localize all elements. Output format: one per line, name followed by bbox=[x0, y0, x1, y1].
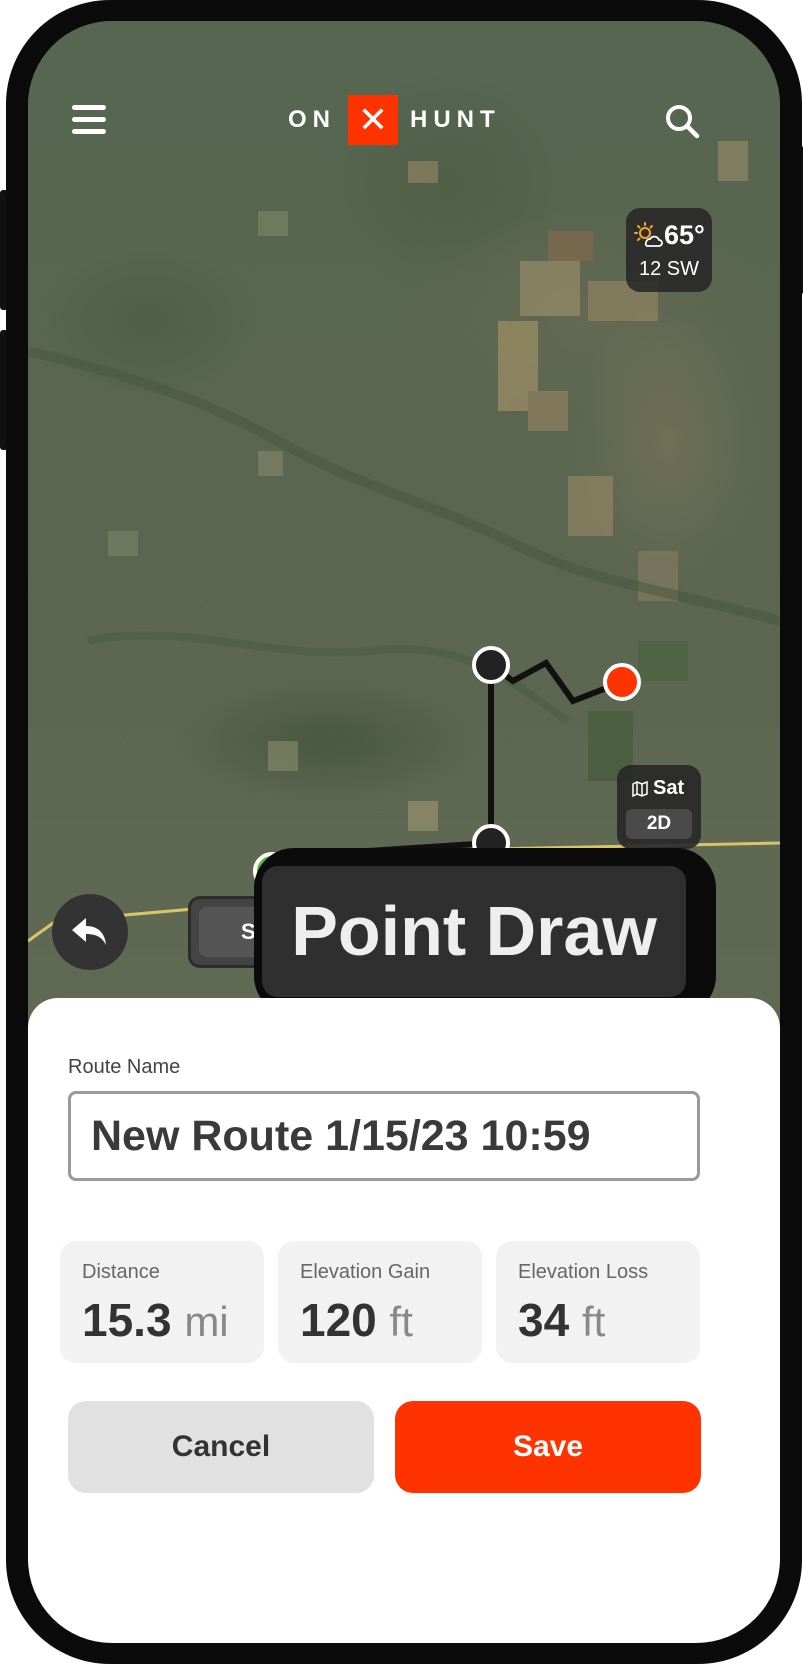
stat-value: 120 bbox=[300, 1294, 377, 1346]
elevation-loss-stat: Elevation Loss 34 ft bbox=[496, 1241, 700, 1363]
stat-label: Elevation Gain bbox=[300, 1261, 431, 1283]
search-icon[interactable] bbox=[664, 103, 700, 139]
stat-label: Distance bbox=[82, 1261, 160, 1283]
stat-value: 34 bbox=[518, 1294, 570, 1346]
undo-icon bbox=[72, 918, 106, 945]
screen: ON ✕ HUNT 65° 12 SW Sat 2D S Point Draw … bbox=[28, 21, 780, 1643]
stat-value-row: 34 ft bbox=[518, 1293, 605, 1347]
route-name-input[interactable] bbox=[68, 1091, 700, 1181]
route-end-point[interactable] bbox=[603, 663, 641, 701]
logo-x-mark: ✕ bbox=[348, 95, 398, 145]
map-icon bbox=[632, 781, 648, 797]
stat-value-row: 120 ft bbox=[300, 1293, 413, 1347]
route-bottom-sheet: Route Name Distance 15.3 mi Elevation Ga… bbox=[28, 998, 780, 1643]
hamburger-menu-icon[interactable] bbox=[72, 105, 106, 135]
stat-value: 15.3 bbox=[82, 1294, 172, 1346]
cancel-button[interactable]: Cancel bbox=[68, 1401, 374, 1493]
weather-widget[interactable]: 65° 12 SW bbox=[626, 208, 712, 292]
partly-sunny-icon bbox=[634, 222, 663, 247]
route-name-label: Route Name bbox=[68, 1056, 181, 1078]
map-layer-toggle[interactable]: Sat 2D bbox=[617, 765, 701, 849]
stat-unit: mi bbox=[184, 1298, 229, 1345]
distance-stat: Distance 15.3 mi bbox=[60, 1241, 264, 1363]
elevation-gain-stat: Elevation Gain 120 ft bbox=[278, 1241, 482, 1363]
temperature-value: 65° bbox=[664, 220, 705, 250]
logo-text-hunt: HUNT bbox=[410, 106, 501, 133]
save-button[interactable]: Save bbox=[395, 1401, 701, 1493]
undo-button[interactable] bbox=[52, 894, 128, 970]
phone-frame: ON ✕ HUNT 65° 12 SW Sat 2D S Point Draw … bbox=[6, 0, 802, 1664]
onx-hunt-logo: ON ✕ HUNT bbox=[288, 95, 501, 145]
route-segment bbox=[489, 659, 624, 705]
stat-unit: ft bbox=[581, 1298, 606, 1345]
stat-unit: ft bbox=[389, 1298, 413, 1345]
basemap-label: Sat bbox=[653, 777, 685, 799]
stat-value-row: 15.3 mi bbox=[82, 1293, 229, 1347]
logo-text-on: ON bbox=[288, 106, 336, 133]
view-mode-2d-button[interactable]: 2D bbox=[626, 809, 692, 839]
wind-value: 12 SW bbox=[638, 258, 700, 280]
route-waypoint[interactable] bbox=[472, 646, 510, 684]
stat-label: Elevation Loss bbox=[518, 1261, 649, 1283]
point-draw-mode-button[interactable]: Point Draw bbox=[262, 866, 686, 997]
